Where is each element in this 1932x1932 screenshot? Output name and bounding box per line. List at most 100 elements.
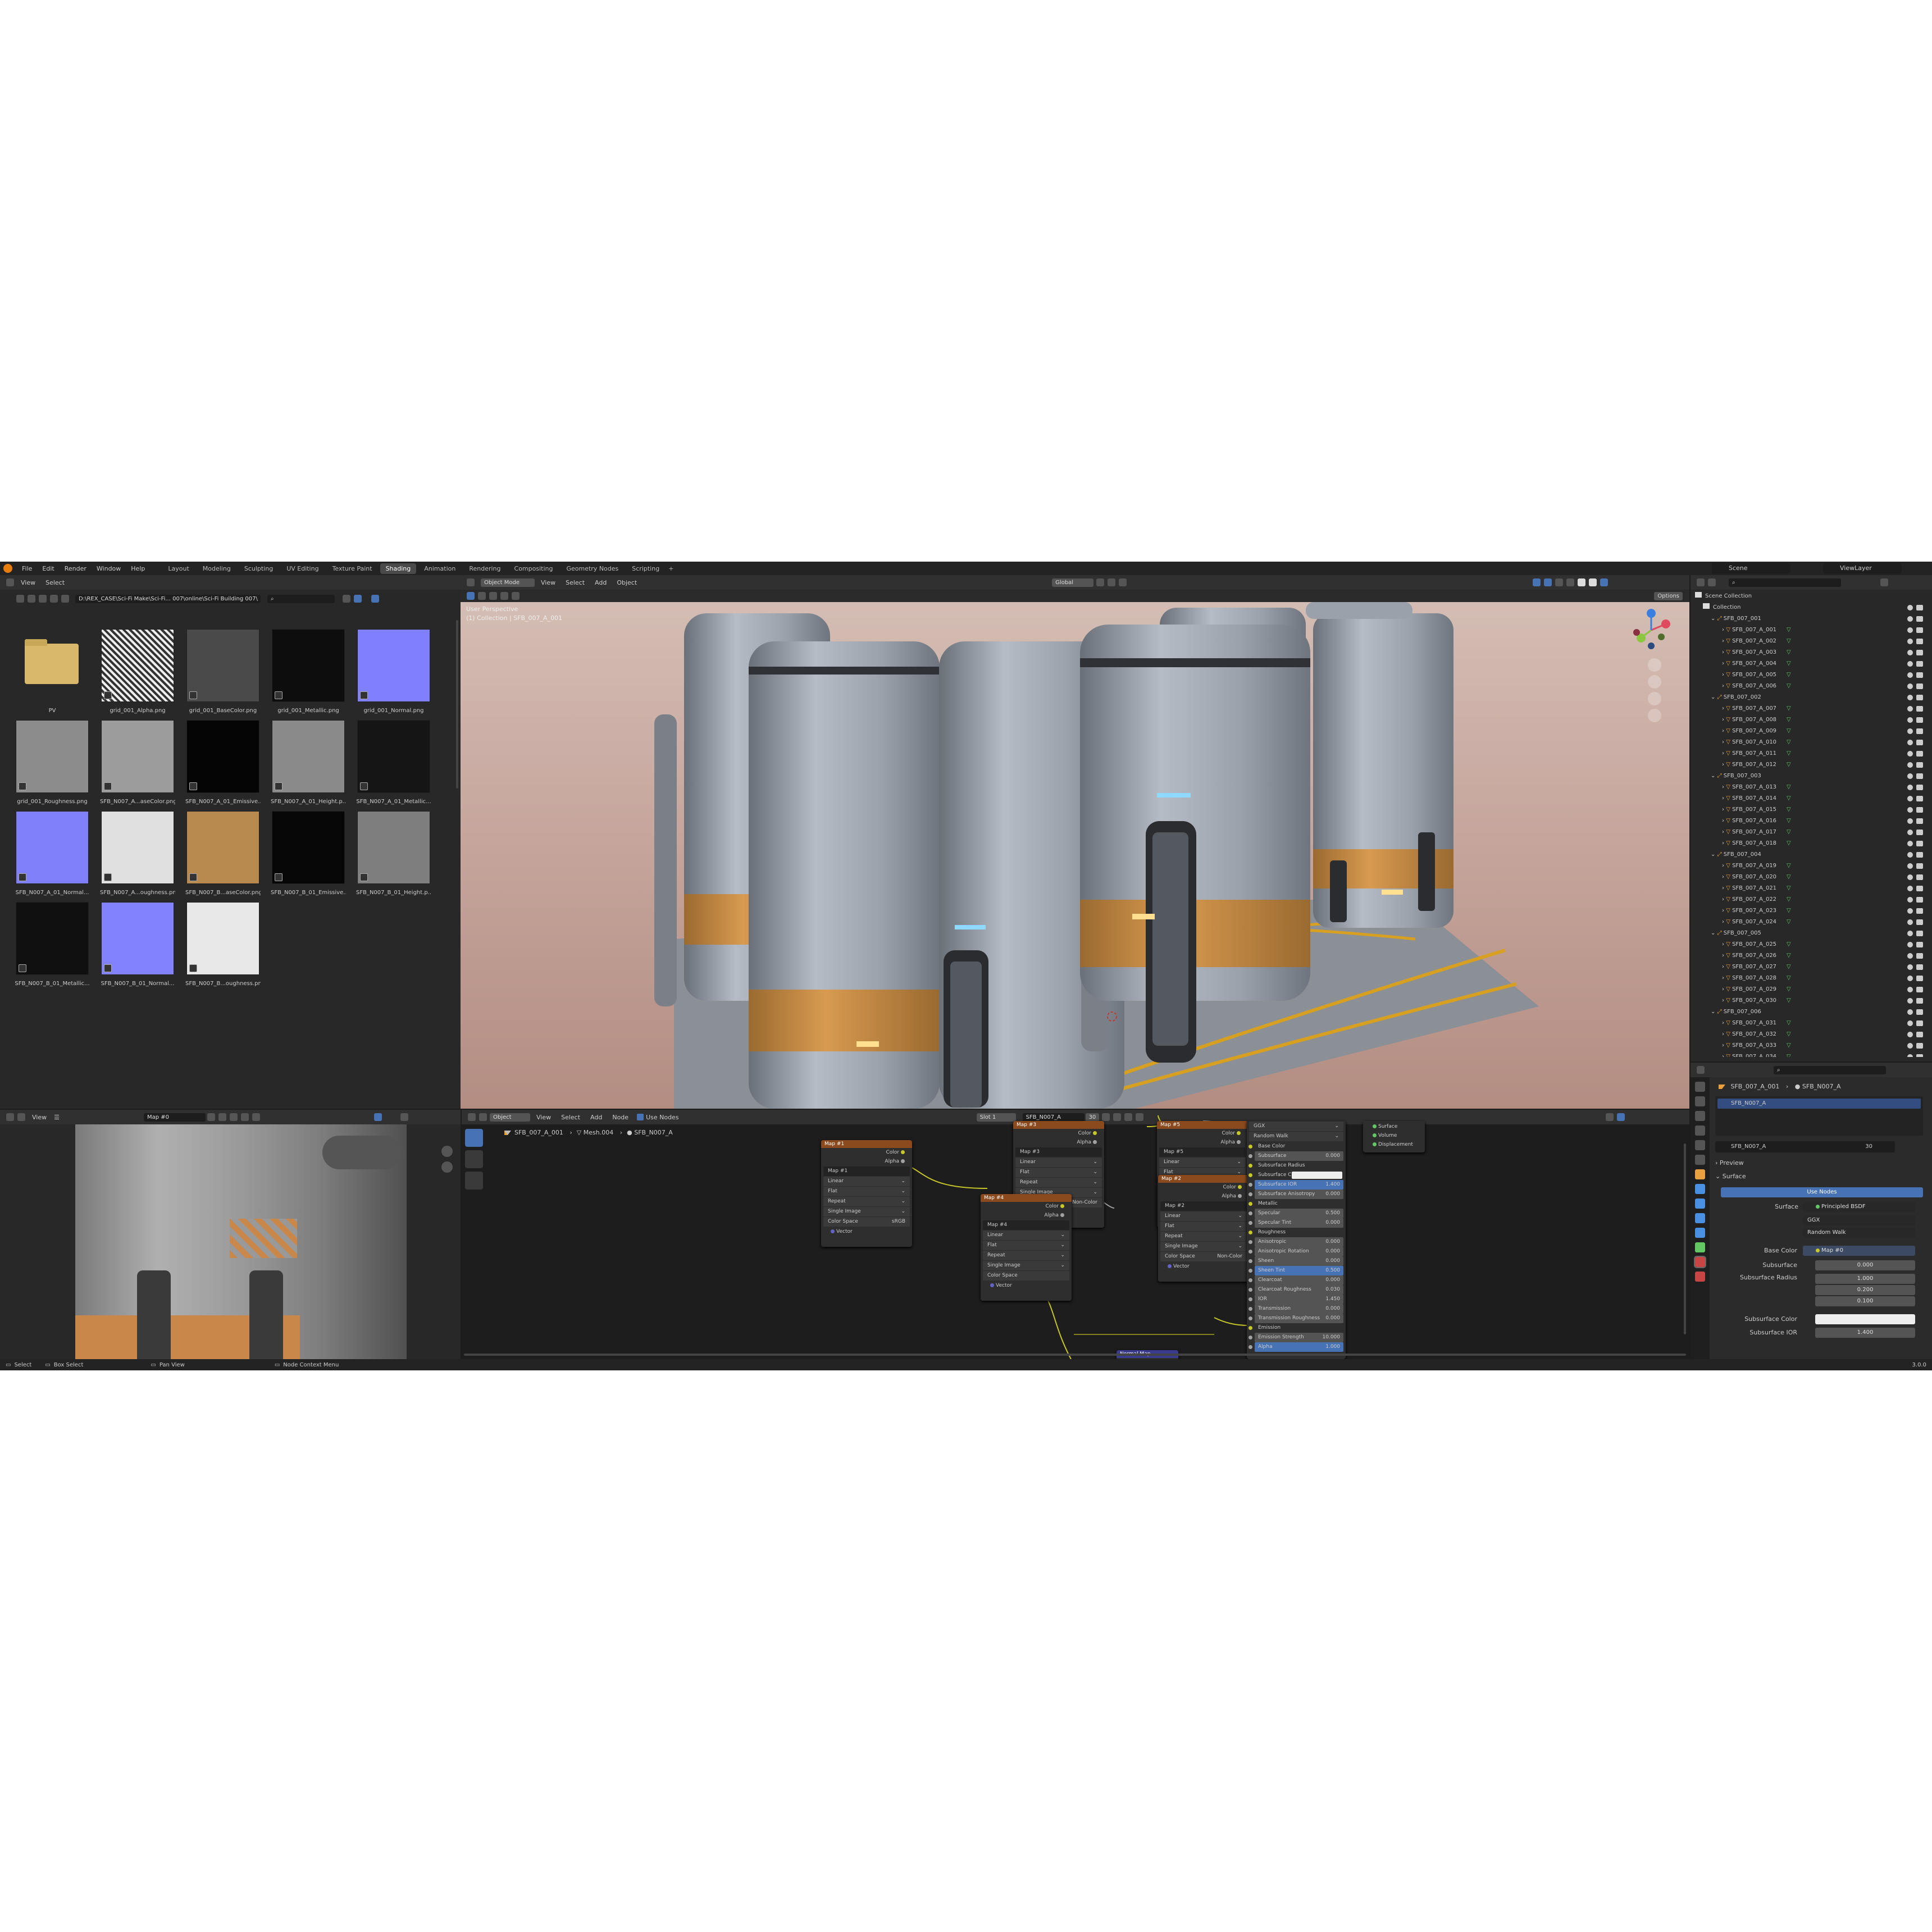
render-camera-icon[interactable] xyxy=(1916,964,1923,970)
node-ext-dropdown[interactable]: Repeat⌄ xyxy=(1160,1232,1247,1241)
physics-tab-icon[interactable] xyxy=(1695,1213,1705,1223)
tab-shading[interactable]: Shading xyxy=(380,563,417,574)
color-swatch[interactable] xyxy=(1292,1172,1342,1179)
data-tab-icon[interactable] xyxy=(1695,1242,1705,1252)
outliner-group[interactable]: ⌄ ⤢ SFB_007_005 xyxy=(1711,928,1926,939)
path-field[interactable]: D:\REX_CASE\Sci-Fi Make\Sci-Fi... 007\on… xyxy=(75,594,261,603)
file-item[interactable]: grid_001_Normal.png xyxy=(356,629,431,714)
user-count[interactable]: 30 xyxy=(1865,1141,1872,1152)
output-surface-socket[interactable]: Surface xyxy=(1363,1122,1425,1131)
zoom-icon[interactable] xyxy=(441,1146,453,1157)
outliner-item[interactable]: › ▽ SFB_007_A_028 ▽ xyxy=(1722,973,1926,984)
filter-icon[interactable] xyxy=(1880,578,1888,586)
render-camera-icon[interactable] xyxy=(1916,728,1923,734)
menu-add[interactable]: Add xyxy=(595,579,607,586)
viewlayer-selector[interactable]: ViewLayer xyxy=(1823,563,1902,573)
visibility-eye-icon[interactable] xyxy=(1907,650,1913,655)
pivot-icon[interactable] xyxy=(1096,578,1105,586)
file-item[interactable]: grid_001_Metallic.png xyxy=(271,629,346,714)
render-camera-icon[interactable] xyxy=(1916,605,1923,610)
outliner-item[interactable]: › ▽ SFB_007_A_020 ▽ xyxy=(1722,872,1926,883)
navigation-gizmo[interactable] xyxy=(1629,608,1674,653)
visibility-eye-icon[interactable] xyxy=(1907,987,1913,992)
menu-select[interactable]: Select xyxy=(45,579,65,586)
bsdf-input-transmission[interactable]: Transmission 0.000 xyxy=(1248,1304,1343,1314)
collection-row[interactable]: Collection xyxy=(1703,602,1926,613)
xray-icon[interactable] xyxy=(1555,578,1564,586)
render-camera-icon[interactable] xyxy=(1916,762,1923,768)
render-camera-icon[interactable] xyxy=(1916,796,1923,801)
render-camera-icon[interactable] xyxy=(1916,830,1923,835)
overlay-icon[interactable] xyxy=(1544,578,1552,586)
bsdf-input-transmission-roughness[interactable]: Transmission Roughness 0.000 xyxy=(1248,1314,1343,1323)
mode-dropdown[interactable]: Object Mode xyxy=(481,578,535,587)
visibility-eye-icon[interactable] xyxy=(1907,695,1913,700)
file-item[interactable]: SFB_N007_A...aseColor.png xyxy=(100,720,175,805)
bsdf-input-metallic[interactable]: Metallic xyxy=(1248,1199,1343,1209)
render-camera-icon[interactable] xyxy=(1916,931,1923,936)
visibility-eye-icon[interactable] xyxy=(1907,751,1913,757)
image-selector[interactable]: Map #1 xyxy=(823,1167,910,1176)
node-interp-dropdown[interactable]: Linear ⌄ xyxy=(1015,1158,1102,1167)
tab-scripting[interactable]: Scripting xyxy=(626,563,665,574)
file-browser-scrollbar[interactable] xyxy=(456,620,458,789)
view-mode-icon[interactable] xyxy=(17,1113,25,1121)
vector-input-socket[interactable]: Vector xyxy=(981,1281,1072,1290)
pan-hand-icon[interactable] xyxy=(1648,675,1661,689)
render-camera-icon[interactable] xyxy=(1916,695,1923,700)
render-camera-icon[interactable] xyxy=(1916,639,1923,644)
material-tab-icon[interactable] xyxy=(1694,1256,1706,1268)
menu-render[interactable]: Render xyxy=(65,565,86,572)
shader-node-editor[interactable]: Object View Select Add Node Use Nodes Slot … xyxy=(462,1110,1689,1359)
render-camera-icon[interactable] xyxy=(1916,627,1923,633)
color-output-socket[interactable]: Color xyxy=(1157,1129,1248,1138)
alpha-output-socket[interactable]: Alpha xyxy=(821,1157,912,1166)
menu-view[interactable]: View xyxy=(32,1114,47,1121)
outliner-item[interactable]: › ▽ SFB_007_A_001 ▽ xyxy=(1722,625,1926,636)
render-camera-icon[interactable] xyxy=(1916,751,1923,757)
tab-modeling[interactable]: Modeling xyxy=(197,563,236,574)
menu-view[interactable]: View xyxy=(541,579,555,586)
object-tab-icon[interactable] xyxy=(1695,1169,1705,1179)
image-selector[interactable]: Map #4 xyxy=(983,1220,1069,1230)
menu-object[interactable]: Object xyxy=(617,579,637,586)
file-item[interactable]: SFB_N007_A_01_Emissive... xyxy=(185,720,261,805)
material-slot-item[interactable]: SFB_N007_A xyxy=(1717,1099,1921,1109)
visibility-eye-icon[interactable] xyxy=(1907,953,1913,959)
scene-tab-icon[interactable] xyxy=(1695,1140,1705,1150)
file-item[interactable]: SFB_N007_B...oughness.png xyxy=(185,902,261,987)
visibility-eye-icon[interactable] xyxy=(1907,976,1913,981)
node-ext-dropdown[interactable]: Repeat⌄ xyxy=(1015,1178,1102,1187)
render-camera-icon[interactable] xyxy=(1916,785,1923,790)
bsdf-input-subsurface-radius[interactable]: Subsurface Radius xyxy=(1248,1161,1343,1170)
fake-user-icon[interactable] xyxy=(207,1113,215,1121)
add-workspace-button[interactable]: + xyxy=(668,565,673,572)
render-camera-icon[interactable] xyxy=(1916,616,1923,622)
tab-geometry-nodes[interactable]: Geometry Nodes xyxy=(561,563,624,574)
outliner-item[interactable]: › ▽ SFB_007_A_023 ▽ xyxy=(1722,905,1926,917)
render-camera-icon[interactable] xyxy=(1916,740,1923,745)
color-output-socket[interactable]: Color xyxy=(981,1202,1072,1211)
display-channels-icon[interactable] xyxy=(373,1113,382,1121)
bsdf-input-ior[interactable]: IOR 1.450 xyxy=(1248,1295,1343,1304)
bsdf-input-roughness[interactable]: Roughness xyxy=(1248,1228,1343,1237)
modifier-tab-icon[interactable] xyxy=(1695,1184,1705,1194)
tab-uv-editing[interactable]: UV Editing xyxy=(281,563,324,574)
image-selector[interactable]: Map #2 xyxy=(1160,1201,1247,1211)
editor-type-icon[interactable] xyxy=(1697,1066,1705,1074)
visibility-eye-icon[interactable] xyxy=(1907,717,1913,723)
outliner-item[interactable]: › ▽ SFB_007_A_019 ▽ xyxy=(1722,860,1926,872)
subsurface-method-dropdown[interactable]: Random Walk xyxy=(1803,1228,1915,1238)
bsdf-input-subsurface-co[interactable]: Subsurface Co xyxy=(1248,1170,1343,1180)
visibility-eye-icon[interactable] xyxy=(1907,852,1913,858)
tab-sculpting[interactable]: Sculpting xyxy=(239,563,279,574)
gizmo-icon[interactable] xyxy=(400,1113,408,1121)
use-nodes-button[interactable]: Use Nodes xyxy=(1721,1187,1923,1197)
render-camera-icon[interactable] xyxy=(1916,886,1923,891)
thumbnail-view-icon[interactable] xyxy=(354,595,362,603)
output-volume-socket[interactable]: Volume xyxy=(1363,1131,1425,1140)
render-camera-icon[interactable] xyxy=(1916,897,1923,903)
particles-tab-icon[interactable] xyxy=(1695,1199,1705,1209)
file-item[interactable]: SFB_N007_B_01_Emissive... xyxy=(271,811,346,896)
select-subtract-icon[interactable] xyxy=(489,592,497,600)
